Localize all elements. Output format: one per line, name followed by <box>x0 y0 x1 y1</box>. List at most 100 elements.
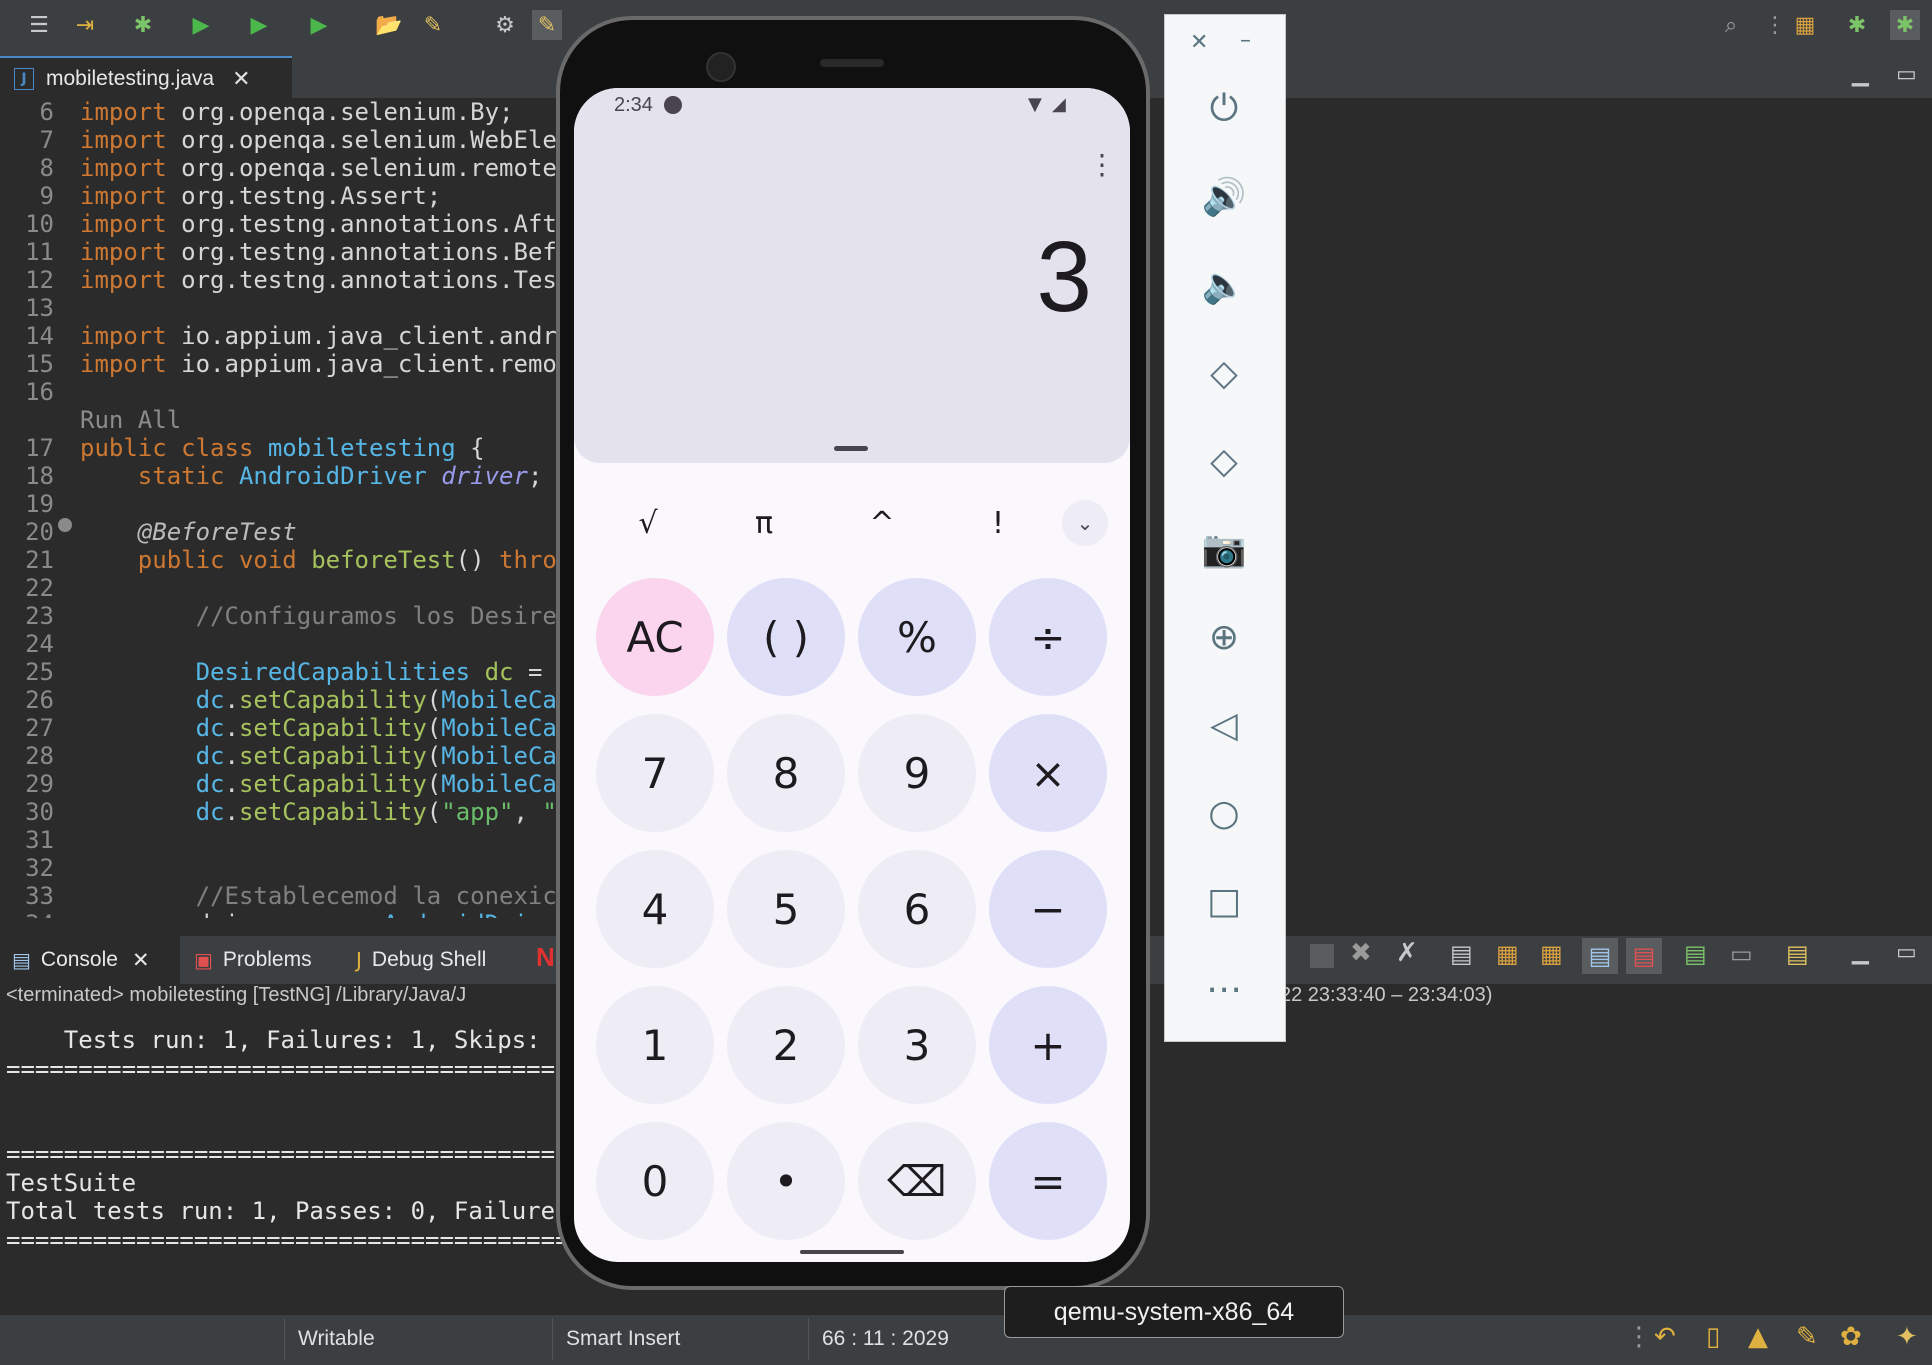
parentheses-button[interactable]: ( ) <box>727 578 845 696</box>
fold-icon[interactable] <box>58 518 72 532</box>
tab-console[interactable]: ▤ Console ✕ <box>0 936 180 984</box>
plus-button[interactable]: + <box>989 986 1107 1104</box>
remove-all-icon[interactable]: ✗ <box>1396 938 1418 968</box>
power-icon[interactable]: ⏻ <box>1195 80 1253 138</box>
zoom-icon[interactable]: ⊕ <box>1195 608 1253 666</box>
open-folder-icon[interactable]: 📂 <box>374 10 404 40</box>
code-token: io.appium.java_client.remo <box>181 350 557 378</box>
digit-9-button[interactable]: 9 <box>858 714 976 832</box>
tab-problems[interactable]: ▣ Problems <box>194 936 312 984</box>
perspective-icon[interactable]: ▦ <box>1790 10 1820 40</box>
digit-7-button[interactable]: 7 <box>596 714 714 832</box>
minus-button[interactable]: − <box>989 850 1107 968</box>
panel-minimize-icon[interactable]: ▁ <box>1852 940 1869 965</box>
learn-icon[interactable]: ▲ <box>1748 1322 1768 1352</box>
all-clear-button[interactable]: AC <box>596 578 714 696</box>
digit-0-button[interactable]: 0 <box>596 1122 714 1240</box>
overview-icon[interactable]: □ <box>1195 872 1253 930</box>
code-text: dc.setCapability(MobileCa <box>80 686 557 714</box>
equals-button[interactable]: = <box>989 1122 1107 1240</box>
remove-launch-icon[interactable]: ✖ <box>1350 938 1372 968</box>
maximize-icon[interactable]: ▭ <box>1896 62 1917 87</box>
search-class-icon[interactable]: ⚙ <box>490 10 520 40</box>
pin-console-icon[interactable]: ▤ <box>1684 940 1707 968</box>
more-vertical-icon[interactable]: ⋮ <box>1626 1322 1652 1352</box>
digit-3-button[interactable]: 3 <box>858 986 976 1104</box>
rotate-right-icon[interactable]: ◇ <box>1195 432 1253 490</box>
status-divider <box>808 1318 809 1360</box>
run-coverage-icon[interactable]: ▶ <box>244 10 274 40</box>
backspace-button[interactable]: ⌫ <box>858 1122 976 1240</box>
editor-tab-mobiletesting[interactable]: J mobiletesting.java ✕ <box>0 56 292 100</box>
debug-icon[interactable]: ✱ <box>128 10 158 40</box>
external-tools-icon[interactable]: ▶ <box>304 10 334 40</box>
wand-icon[interactable]: ✎ <box>1796 1322 1818 1352</box>
java-perspective-icon[interactable]: ✱ <box>1842 10 1872 40</box>
status-divider <box>552 1318 553 1360</box>
back-icon[interactable]: ◁ <box>1195 696 1253 754</box>
overflow-menu-icon[interactable]: ⋮ <box>1088 148 1116 181</box>
refresh-icon[interactable]: ↶ <box>1654 1322 1676 1352</box>
tab-debug-shell[interactable]: J Debug Shell <box>356 936 486 984</box>
multiply-button[interactable]: × <box>989 714 1107 832</box>
tip-icon[interactable]: ✦ <box>1896 1322 1918 1352</box>
power-button-sci[interactable]: ^ <box>852 493 912 553</box>
code-token: import <box>80 238 182 266</box>
run-icon[interactable]: ▶ <box>186 10 216 40</box>
book-icon[interactable]: ▯ <box>1706 1322 1720 1352</box>
digit-2-button[interactable]: 2 <box>727 986 845 1104</box>
terminate-icon[interactable] <box>1310 944 1334 968</box>
close-icon[interactable]: ✕ <box>1190 30 1208 55</box>
scroll-lock-icon[interactable]: ▦ <box>1496 940 1519 968</box>
minimize-icon[interactable]: – <box>1240 28 1251 53</box>
chevron-down-icon[interactable]: ⌄ <box>1062 500 1108 546</box>
decimal-button[interactable]: • <box>727 1122 845 1240</box>
show-on-output-icon[interactable]: ▤ <box>1582 938 1618 974</box>
display-console-icon[interactable]: ▭ <box>1730 940 1753 968</box>
screenshot-icon[interactable]: 📷 <box>1195 520 1253 578</box>
show-on-error-icon[interactable]: ▤ <box>1626 938 1662 974</box>
gesture-bar[interactable] <box>800 1250 904 1254</box>
wand-icon[interactable]: ✎ <box>418 10 448 40</box>
clear-console-icon[interactable]: ▤ <box>1450 940 1473 968</box>
more-icon[interactable]: ⋯ <box>1195 960 1253 1018</box>
digit-4-button[interactable]: 4 <box>596 850 714 968</box>
code-token: setCapability <box>238 742 427 770</box>
debug-perspective-icon[interactable]: ✱ <box>1890 10 1920 40</box>
calculator-screen[interactable]: 2:34 ▼ ◢ ⋮ 3 √ π ^ ! ⌄ AC( )% ÷ 7 8 9 × 4 5 6−1 2… <box>574 88 1130 1262</box>
line-number: 19 <box>25 490 54 518</box>
percent-button[interactable]: % <box>858 578 976 696</box>
digit-8-button[interactable]: 8 <box>727 714 845 832</box>
settings-icon[interactable]: ✿ <box>1840 1322 1862 1352</box>
rotate-left-icon[interactable]: ◇ <box>1195 344 1253 402</box>
volume-up-icon[interactable]: 🔊 <box>1195 168 1253 226</box>
open-console-icon[interactable]: ▤ <box>1786 940 1809 968</box>
word-wrap-icon[interactable]: ▦ <box>1540 940 1563 968</box>
code-token: import <box>80 322 182 350</box>
factorial-button[interactable]: ! <box>968 493 1028 553</box>
more-vertical-icon[interactable]: ⋮ <box>1760 10 1790 40</box>
close-icon[interactable]: ✕ <box>232 67 250 92</box>
panel-maximize-icon[interactable]: ▭ <box>1896 940 1917 965</box>
drag-handle[interactable] <box>834 446 868 451</box>
minimize-icon[interactable]: ▁ <box>1852 62 1869 87</box>
highlight-icon[interactable]: ✎ <box>532 10 562 40</box>
home-icon[interactable]: ○ <box>1195 784 1253 842</box>
digit-1-button[interactable]: 1 <box>596 986 714 1104</box>
line-number: 24 <box>25 630 54 658</box>
pi-button[interactable]: π <box>734 493 794 553</box>
search-icon[interactable]: ⌕ <box>1716 10 1746 40</box>
code-text: import org.openqa.selenium.remote <box>80 154 557 182</box>
divide-button[interactable]: ÷ <box>989 578 1107 696</box>
code-token: thro <box>499 546 557 574</box>
ng-icon[interactable]: N <box>536 942 555 973</box>
code-token: . <box>224 798 239 826</box>
close-icon[interactable]: ✕ <box>132 948 150 972</box>
code-token: . <box>224 714 239 742</box>
sqrt-button[interactable]: √ <box>618 493 678 553</box>
menu-icon[interactable]: ☰ <box>24 10 54 40</box>
step-icon[interactable]: ⇥ <box>70 10 100 40</box>
digit-6-button[interactable]: 6 <box>858 850 976 968</box>
volume-down-icon[interactable]: 🔈 <box>1195 256 1253 314</box>
digit-5-button[interactable]: 5 <box>727 850 845 968</box>
